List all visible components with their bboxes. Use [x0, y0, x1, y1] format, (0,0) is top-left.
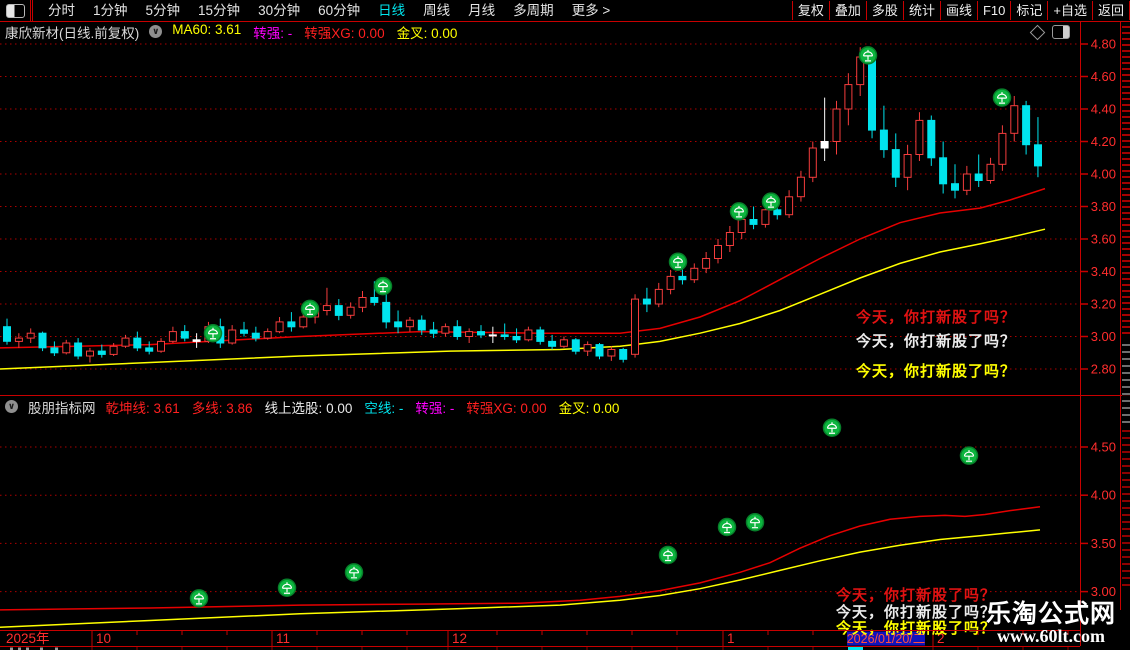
svg-text:3.60: 3.60 [1091, 232, 1116, 247]
axis-label-2025年: 2025年 [6, 631, 50, 646]
axis-label-1: 1 [727, 631, 735, 646]
watermark: 乐淘公式网 www.60lt.com [985, 601, 1117, 646]
indicator-线上选股: 线上选股: 0.00 [264, 400, 353, 416]
sidebar-strip [1122, 26, 1130, 336]
svg-text:3.00: 3.00 [1091, 584, 1116, 599]
annotation-main-white: 今天，你打新股了吗？ [856, 333, 1017, 350]
svg-text:4.40: 4.40 [1091, 102, 1116, 117]
svg-text:4.00: 4.00 [1091, 167, 1116, 182]
annotation-sub-yellow: 今天，你打新股了吗？ [836, 620, 997, 637]
svg-text:3.20: 3.20 [1091, 297, 1116, 312]
sidebar-strip [1122, 430, 1130, 590]
svg-text:3.80: 3.80 [1091, 199, 1116, 214]
svg-text:4.80: 4.80 [1091, 37, 1116, 52]
watermark-title: 乐淘公式网 [985, 600, 1116, 628]
xaxis-top-border [0, 630, 1080, 631]
panel-separator [0, 395, 1130, 396]
annotation-main-red: 今天，你打新股了吗？ [856, 309, 1017, 326]
axis-label-10: 10 [96, 631, 111, 646]
svg-text:3.50: 3.50 [1091, 536, 1116, 551]
svg-text:2.80: 2.80 [1091, 362, 1116, 377]
sidebar-border [1120, 21, 1121, 610]
chevron-down-icon[interactable]: ∨ [5, 400, 18, 413]
svg-text:3.00: 3.00 [1091, 329, 1116, 344]
axis-label-11: 11 [276, 631, 290, 646]
indicator-多线: 多线: 3.86 [191, 400, 253, 416]
watermark-url: www.60lt.com [997, 626, 1105, 646]
sub-legend-row: ∨ 股朋指标网 乾坤线: 3.61 多线: 3.86 线上选股: 0.00 空线: -… [5, 397, 620, 417]
svg-text:4.50: 4.50 [1091, 440, 1116, 455]
indicator-转强: 转强: - [415, 400, 455, 416]
svg-text:3.40: 3.40 [1091, 264, 1116, 279]
indicator-金叉: 金叉: 0.00 [558, 400, 620, 416]
sub-indicators: 乾坤线: 3.61 多线: 3.86 线上选股: 0.00 空线: - 转强: - 转强X… [106, 397, 620, 417]
menu-icon-border [30, 0, 31, 21]
svg-text:4.00: 4.00 [1091, 488, 1116, 503]
indicator-转强XG: 转强XG: 0.00 [466, 400, 547, 416]
svg-text:4.20: 4.20 [1091, 134, 1116, 149]
sub-indicator-name: 股朋指标网 [28, 400, 96, 416]
indicator-空线: 空线: - [364, 400, 404, 416]
annotation-main-yellow: 今天，你打新股了吗？ [856, 363, 1017, 380]
indicator-乾坤线: 乾坤线: 3.61 [105, 400, 180, 416]
xaxis-bottom-border [0, 646, 1080, 647]
axis-border [1080, 21, 1081, 646]
sidebar-strip [1122, 344, 1130, 424]
app-window: 分时 1分钟 5分钟 15分钟 30分钟 60分钟 日线 周线 月线 多周期 更多 > 复权 叠加 多股… [0, 0, 1130, 650]
axis-label-12: 12 [452, 631, 467, 646]
svg-text:4.60: 4.60 [1091, 69, 1116, 84]
